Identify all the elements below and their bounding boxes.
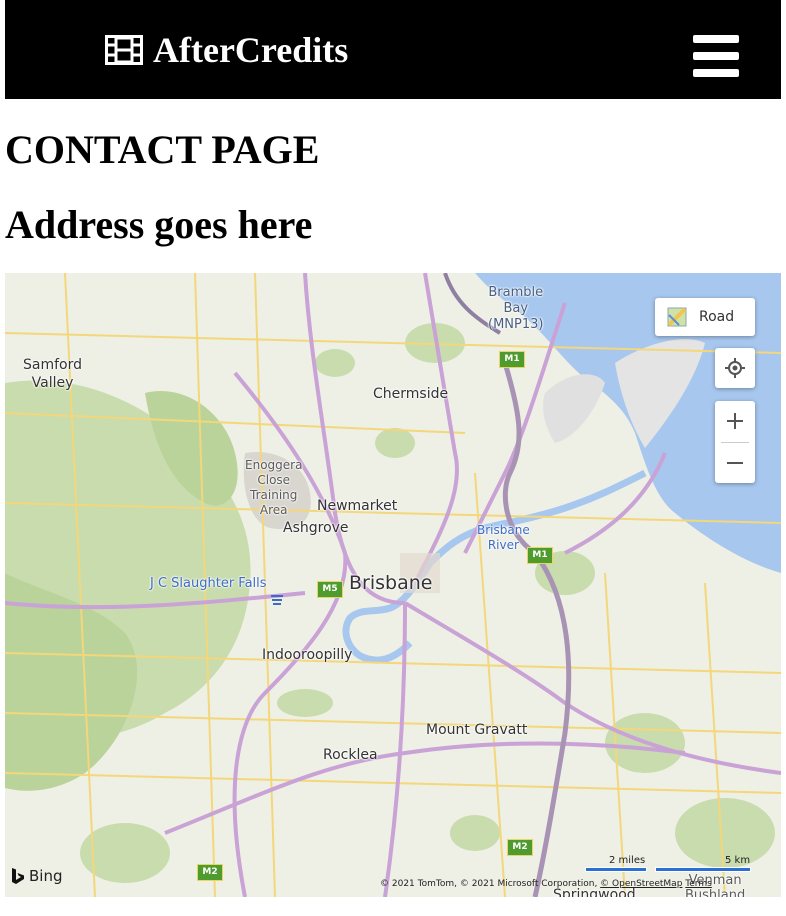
address-heading: Address goes here bbox=[5, 202, 313, 247]
scale-bar-miles bbox=[585, 867, 647, 872]
place-label-brisbane-river: Brisbane River bbox=[477, 523, 530, 552]
place-label-samford-valley: Samford Valley bbox=[23, 357, 82, 391]
copyright-text: © 2021 TomTom, © 2021 Microsoft Corporat… bbox=[380, 879, 601, 889]
hamburger-menu-button[interactable] bbox=[693, 35, 739, 77]
film-icon bbox=[105, 35, 143, 65]
terms-link[interactable]: Terms bbox=[685, 879, 712, 889]
place-label-ashgrove: Ashgrove bbox=[283, 520, 349, 536]
brand-name: AfterCredits bbox=[153, 30, 349, 70]
road-map-icon bbox=[667, 307, 687, 327]
hamburger-bar bbox=[693, 52, 739, 60]
place-label-indooroopilly: Indooroopilly bbox=[262, 647, 353, 663]
place-label-chermside: Chermside bbox=[373, 386, 449, 402]
place-label-brisbane: Brisbane bbox=[349, 572, 433, 594]
plus-icon bbox=[727, 413, 743, 429]
page-title: CONTACT PAGE bbox=[5, 127, 320, 172]
place-label-newmarket: Newmarket bbox=[317, 498, 398, 514]
bing-logo[interactable]: Bing bbox=[11, 867, 63, 885]
map-type-label: Road bbox=[699, 309, 735, 325]
osm-link[interactable]: © OpenStreetMap bbox=[600, 879, 682, 889]
place-label-jc-slaughter-falls: J C Slaughter Falls bbox=[150, 576, 267, 591]
hamburger-bar bbox=[693, 35, 739, 43]
minus-icon bbox=[727, 462, 743, 464]
waterfall-icon bbox=[271, 595, 283, 605]
top-navbar: AfterCredits bbox=[5, 0, 781, 99]
bing-wordmark: Bing bbox=[29, 867, 63, 885]
locate-me-button[interactable] bbox=[715, 348, 755, 388]
place-label-rocklea: Rocklea bbox=[323, 747, 378, 763]
brand-link[interactable]: AfterCredits bbox=[105, 26, 348, 74]
place-label-enoggera: Enoggera Close Training Area bbox=[245, 458, 303, 517]
map-type-selector[interactable]: Road bbox=[655, 298, 755, 336]
zoom-out-button[interactable] bbox=[715, 443, 755, 483]
bing-b-icon bbox=[12, 868, 24, 884]
place-label-mount-gravatt: Mount Gravatt bbox=[426, 722, 528, 738]
road-shield-m5: M5 bbox=[317, 581, 343, 598]
map-credits: © 2021 TomTom, © 2021 Microsoft Corporat… bbox=[380, 879, 712, 889]
crosshair-icon bbox=[725, 358, 745, 378]
scale-miles-label: 2 miles bbox=[609, 855, 646, 866]
zoom-controls bbox=[715, 401, 755, 483]
scale-km-label: 5 km bbox=[725, 855, 751, 866]
road-shield-m2: M2 bbox=[197, 864, 223, 881]
hamburger-bar bbox=[693, 69, 739, 77]
road-shield-m1: M1 bbox=[499, 351, 525, 368]
road-shield-m1: M1 bbox=[527, 547, 553, 564]
zoom-in-button[interactable] bbox=[715, 401, 755, 441]
road-shield-m2: M2 bbox=[507, 839, 533, 856]
place-label-bramble-bay: Bramble Bay (MNP13) bbox=[488, 285, 544, 332]
scale-bar-km bbox=[655, 867, 751, 872]
map-widget[interactable]: Samford Valley Bramble Bay (MNP13) Cherm… bbox=[5, 273, 781, 897]
